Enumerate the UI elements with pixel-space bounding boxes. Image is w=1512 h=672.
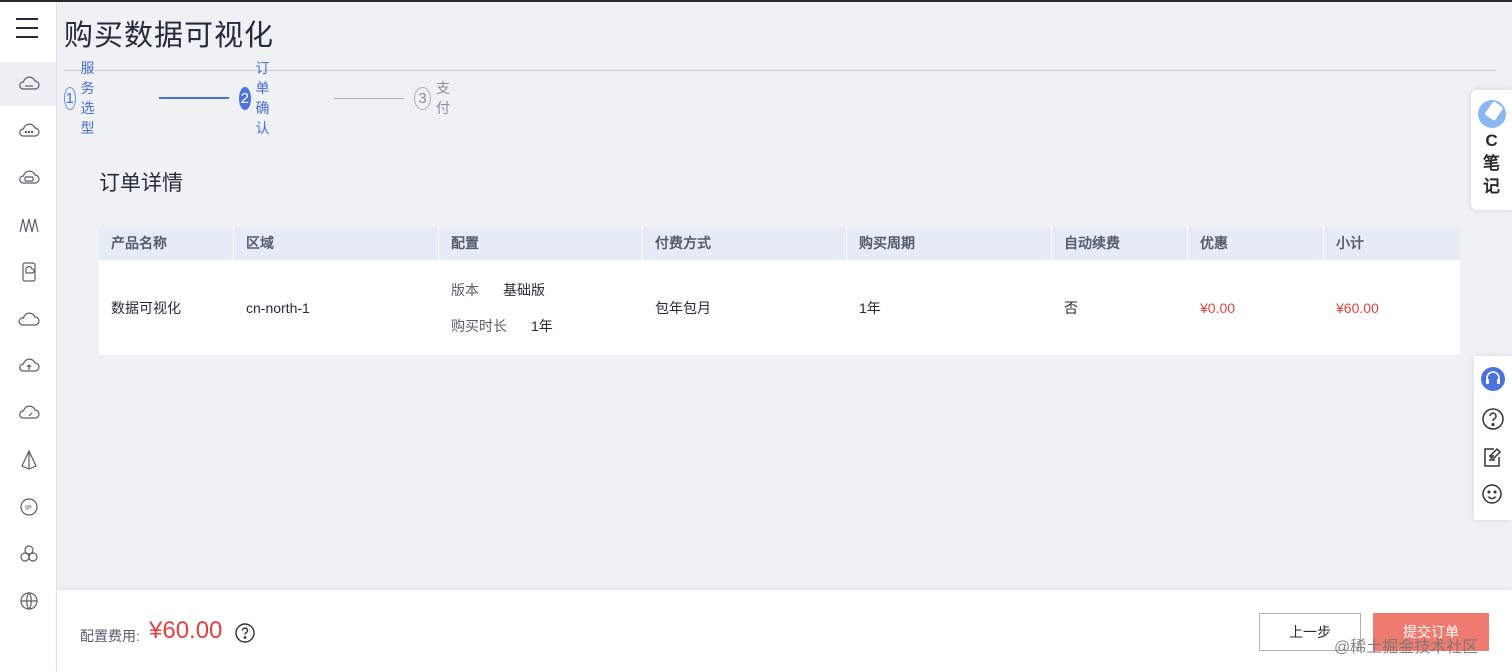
svg-text:IP: IP bbox=[25, 505, 32, 512]
note-text-c: C bbox=[1485, 131, 1498, 150]
config-version-label: 版本 bbox=[451, 281, 479, 298]
page-title: 购买数据可视化 bbox=[64, 20, 275, 52]
config-duration-value: 1年 bbox=[531, 317, 553, 334]
cell-period: 1年 bbox=[859, 299, 881, 316]
order-detail-title: 订单详情 bbox=[99, 172, 183, 195]
col-product: 产品名称 bbox=[99, 227, 234, 260]
col-payment: 付费方式 bbox=[643, 227, 847, 260]
feedback-edit-icon[interactable] bbox=[1480, 444, 1506, 470]
cell-product: 数据可视化 bbox=[111, 299, 181, 316]
step-3-label: 支付 bbox=[436, 80, 450, 116]
cluster-icon[interactable] bbox=[17, 542, 41, 566]
cloud-database-icon[interactable] bbox=[17, 166, 41, 190]
question-icon[interactable] bbox=[234, 622, 256, 644]
cloud-dots-icon[interactable] bbox=[17, 119, 41, 143]
network-icon[interactable] bbox=[17, 213, 41, 237]
config-duration-label: 购买时长 bbox=[451, 317, 507, 334]
watermark-text: @稀土掘金技术社区 bbox=[1334, 639, 1479, 656]
floating-toolbar bbox=[1474, 356, 1512, 520]
step-connector-1 bbox=[159, 97, 229, 99]
order-table: 产品名称 区域 配置 付费方式 购买周期 自动续费 优惠 小计 数据可视化 cn… bbox=[99, 227, 1460, 355]
menu-icon[interactable] bbox=[16, 18, 38, 38]
step-1[interactable]: 1 服务选型 bbox=[64, 60, 106, 136]
smiley-icon[interactable] bbox=[1480, 481, 1506, 507]
left-sidebar: IP bbox=[0, 2, 57, 672]
pyramid-icon[interactable] bbox=[17, 448, 41, 472]
step-2-label: 订单确认 bbox=[255, 60, 270, 136]
cloud-gauge-icon[interactable] bbox=[17, 401, 41, 425]
ip-icon[interactable]: IP bbox=[17, 495, 41, 519]
step-3-number: 3 bbox=[414, 86, 431, 110]
step-connector-2 bbox=[334, 98, 404, 99]
step-1-label: 服务选型 bbox=[80, 60, 95, 136]
note-text-bi: 笔 bbox=[1483, 154, 1500, 173]
step-3: 3 支付 bbox=[414, 80, 456, 116]
mobile-cloud-icon[interactable] bbox=[17, 260, 41, 284]
cloud-outline-icon[interactable] bbox=[17, 307, 41, 331]
col-period: 购买周期 bbox=[847, 227, 1052, 260]
note-logo-icon bbox=[1477, 100, 1506, 128]
config-version-value: 基础版 bbox=[503, 281, 545, 298]
fee-value: ¥60.00 bbox=[149, 617, 223, 644]
cloud-icon[interactable] bbox=[17, 72, 41, 96]
cell-discount: ¥0.00 bbox=[1200, 299, 1236, 316]
cell-subtotal: ¥60.00 bbox=[1336, 299, 1379, 316]
cell-payment: 包年包月 bbox=[655, 299, 711, 316]
cell-region: cn-north-1 bbox=[246, 299, 310, 316]
fee-label: 配置费用: bbox=[80, 628, 140, 644]
headset-icon[interactable] bbox=[1480, 366, 1506, 392]
step-2-number: 2 bbox=[239, 86, 251, 110]
globe-icon[interactable] bbox=[17, 589, 41, 613]
note-widget[interactable]: C 笔 记 bbox=[1471, 90, 1512, 210]
col-region: 区域 bbox=[234, 227, 439, 260]
table-row: 数据可视化 cn-north-1 版本 基础版 购买时长 1年 包年包月 1年 否 … bbox=[99, 260, 1460, 355]
table-header: 产品名称 区域 配置 付费方式 购买周期 自动续费 优惠 小计 bbox=[99, 227, 1460, 260]
cloud-upload-icon[interactable] bbox=[17, 354, 41, 378]
col-config: 配置 bbox=[439, 227, 643, 260]
step-1-number: 1 bbox=[64, 86, 76, 110]
col-discount: 优惠 bbox=[1188, 227, 1324, 260]
help-circle-icon[interactable] bbox=[1480, 406, 1506, 432]
col-auto-renew: 自动续费 bbox=[1052, 227, 1188, 260]
footer-bar: 配置费用: ¥60.00 上一步 提交订单 bbox=[57, 590, 1512, 672]
cell-auto-renew: 否 bbox=[1064, 299, 1078, 316]
step-2: 2 订单确认 bbox=[239, 60, 281, 136]
note-text-ji: 记 bbox=[1483, 177, 1500, 196]
cell-config: 版本 基础版 购买时长 1年 bbox=[439, 260, 643, 355]
col-subtotal: 小计 bbox=[1336, 235, 1364, 251]
